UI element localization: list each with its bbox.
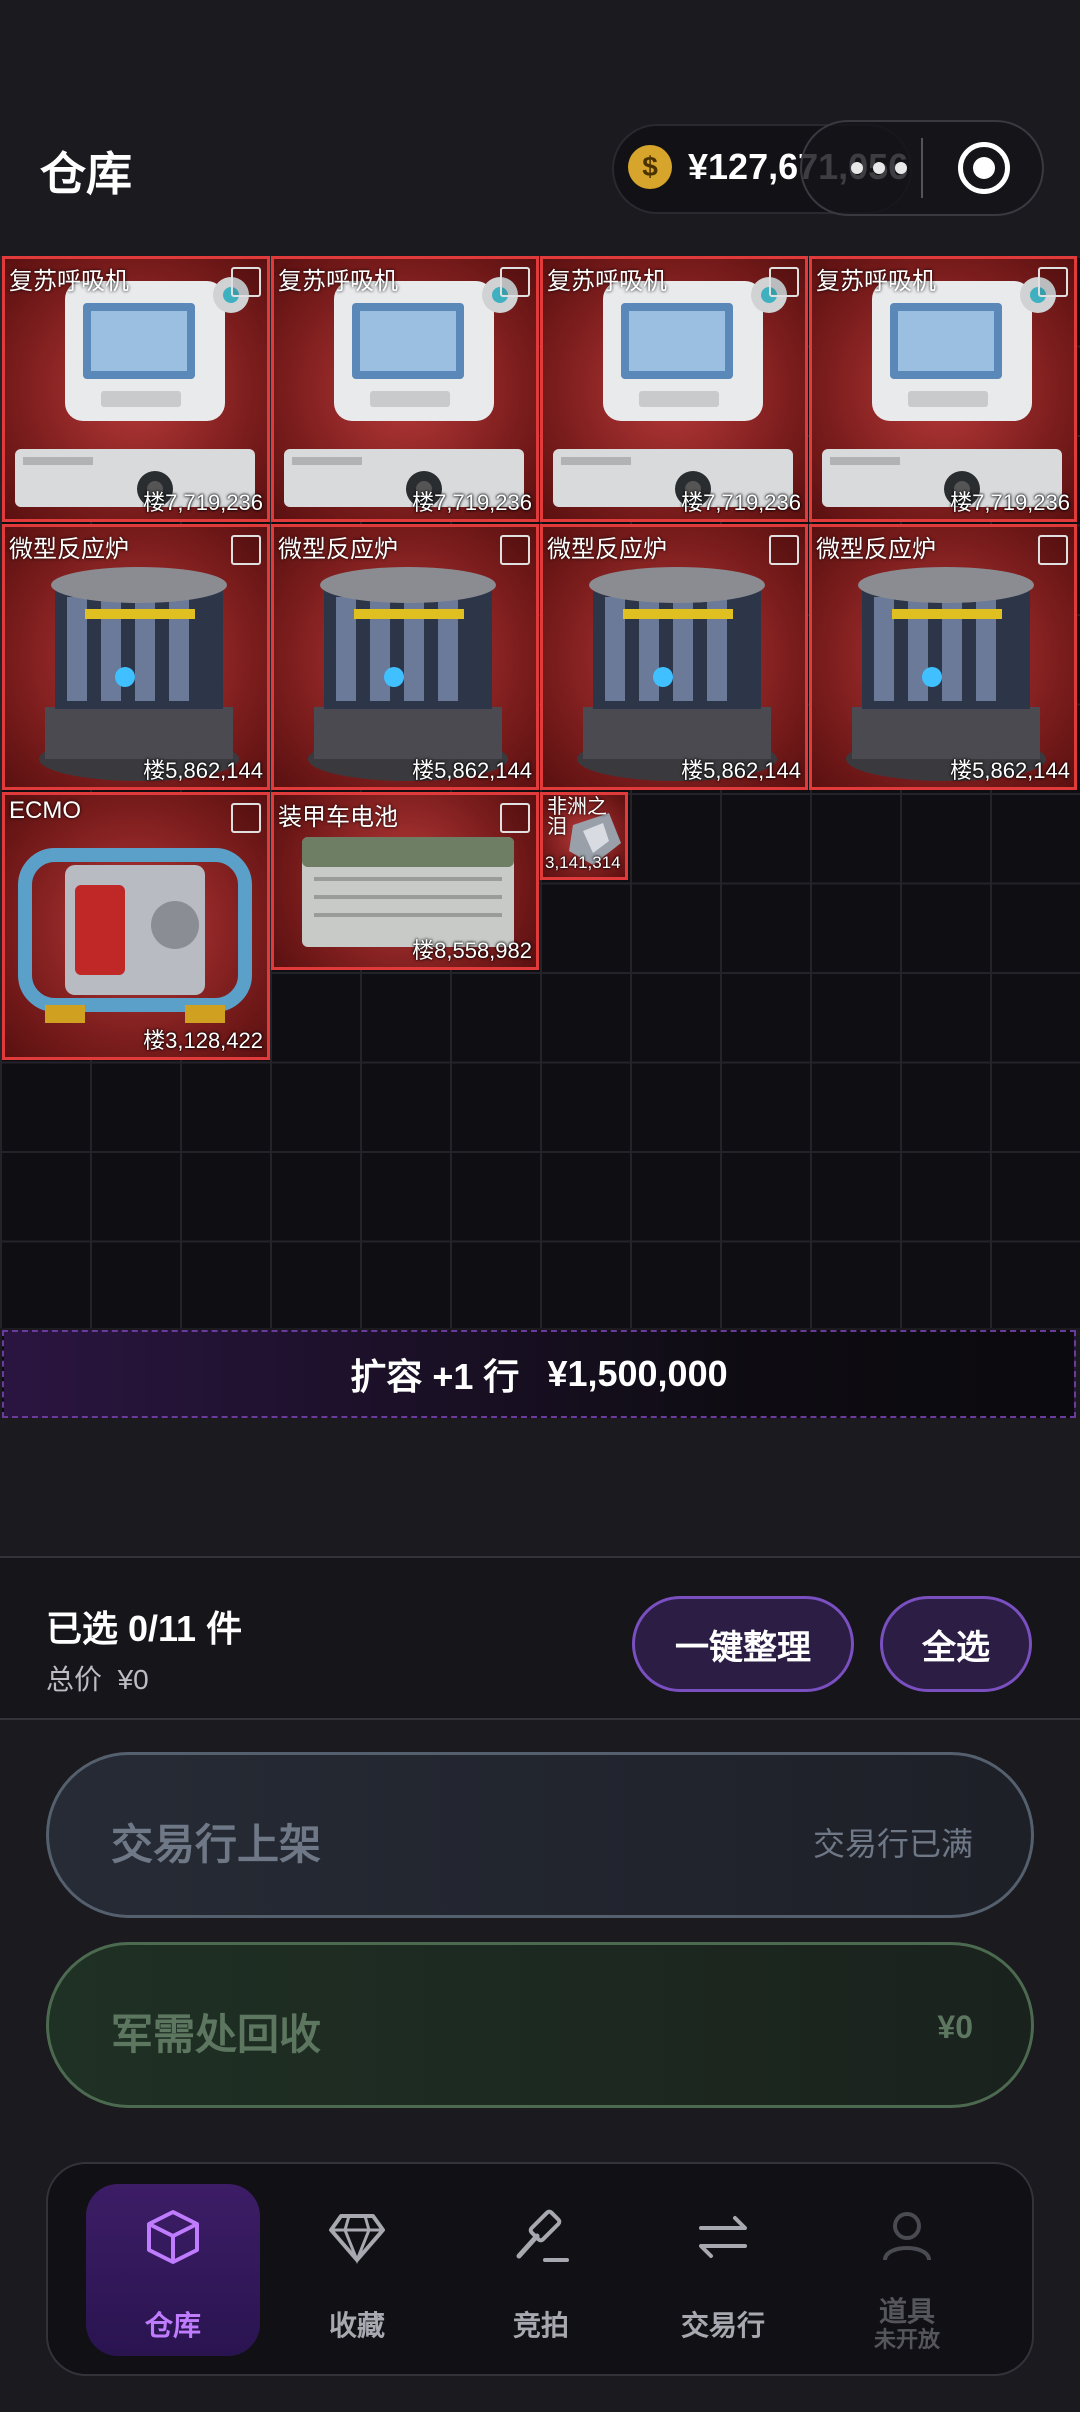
item-name: 微型反应炉 <box>278 536 398 563</box>
ventilator-icon <box>822 277 1062 507</box>
coin-icon: $ <box>628 145 672 189</box>
item-price: 楼5,862,144 <box>681 758 801 783</box>
item-checkbox[interactable] <box>231 267 261 297</box>
item-price: 楼7,719,236 <box>950 490 1070 515</box>
item-checkbox[interactable] <box>231 803 261 833</box>
item-name: 复苏呼吸机 <box>547 268 667 295</box>
item-price: 3,141,314 <box>545 853 621 872</box>
item-checkbox[interactable] <box>500 803 530 833</box>
market-list-button[interactable]: 交易行上架 交易行已满 <box>46 1752 1034 1918</box>
item-name: 复苏呼吸机 <box>816 268 936 295</box>
item-checkbox[interactable] <box>500 535 530 565</box>
swap-icon <box>699 2216 747 2258</box>
ventilator-icon <box>553 277 793 507</box>
item-price: 楼3,128,422 <box>143 1028 263 1053</box>
tab-collection[interactable]: 收藏 <box>270 2184 444 2356</box>
item-card[interactable]: 复苏呼吸机 楼7,719,236 <box>2 256 270 522</box>
item-card[interactable]: 微型反应炉 楼5,862,144 <box>271 524 539 790</box>
item-card[interactable]: ECMO 楼3,128,422 <box>2 792 270 1060</box>
item-checkbox[interactable] <box>231 535 261 565</box>
item-price: 楼5,862,144 <box>143 758 263 783</box>
item-name: 非洲之泪 <box>547 796 607 838</box>
recycle-value: ¥0 <box>937 2009 973 2045</box>
tab-label: 竞拍 <box>512 2310 569 2341</box>
item-card[interactable]: 复苏呼吸机 楼7,719,236 <box>809 256 1077 522</box>
item-card[interactable]: 复苏呼吸机 楼7,719,236 <box>271 256 539 522</box>
recycle-button[interactable]: 军需处回收 ¥0 <box>46 1942 1034 2108</box>
tab-label: 交易行 <box>680 2310 765 2341</box>
item-name: 微型反应炉 <box>9 536 129 563</box>
ecmo-icon <box>18 848 252 1023</box>
expand-price: ¥1,500,000 <box>547 1353 728 1394</box>
item-price: 楼5,862,144 <box>950 758 1070 783</box>
page-title: 仓库 <box>40 148 132 200</box>
recycle-label: 军需处回收 <box>111 2011 322 2058</box>
tab-sublabel: 未开放 <box>873 2327 940 2352</box>
expand-row-button[interactable]: 扩容 +1 行 ¥1,500,000 <box>2 1330 1076 1418</box>
reactor-icon <box>846 567 1046 781</box>
item-card[interactable]: 微型反应炉 楼5,862,144 <box>809 524 1077 790</box>
auto-sort-button[interactable]: 一键整理 <box>632 1596 854 1692</box>
item-checkbox[interactable] <box>769 267 799 297</box>
item-price: 楼5,862,144 <box>412 758 532 783</box>
tab-market[interactable]: 交易行 <box>636 2184 810 2356</box>
app-root: { "header": { "title": "仓库", "balance": … <box>0 0 1080 2412</box>
item-card-small[interactable]: 非洲之泪 3,141,314 <box>540 792 628 880</box>
gavel-icon <box>516 2209 569 2262</box>
reactor-icon <box>39 567 239 781</box>
total-price: 总价 ¥0 <box>46 1664 149 1695</box>
reactor-icon <box>308 567 508 781</box>
item-price: 楼7,719,236 <box>143 490 263 515</box>
diamond-icon <box>329 2214 385 2265</box>
item-card[interactable]: 微型反应炉 楼5,862,144 <box>2 524 270 790</box>
item-price: 楼7,719,236 <box>412 490 532 515</box>
item-card[interactable]: 复苏呼吸机 楼7,719,236 <box>540 256 808 522</box>
user-icon <box>883 2212 931 2261</box>
tab-items[interactable]: 道具 未开放 <box>820 2184 994 2356</box>
more-icon[interactable] <box>845 148 925 188</box>
ventilator-icon <box>15 277 255 507</box>
item-checkbox[interactable] <box>500 267 530 297</box>
item-price: 楼8,558,982 <box>412 938 532 963</box>
item-name: 微型反应炉 <box>547 536 667 563</box>
reactor-icon <box>577 567 777 781</box>
box-icon <box>147 2210 199 2264</box>
item-checkbox[interactable] <box>1038 267 1068 297</box>
close-target-icon[interactable] <box>958 142 1010 194</box>
market-status: 交易行已满 <box>812 1826 973 1862</box>
item-name: 装甲车电池 <box>278 804 398 831</box>
item-card[interactable]: 装甲车电池 楼8,558,982 <box>271 792 539 970</box>
tab-auction[interactable]: 竞拍 <box>454 2184 628 2356</box>
item-checkbox[interactable] <box>769 535 799 565</box>
capsule-divider <box>921 138 923 198</box>
item-name: ECMO <box>9 797 81 824</box>
expand-label: 扩容 +1 行 <box>350 1356 520 1397</box>
item-card[interactable]: 微型反应炉 楼5,862,144 <box>540 524 808 790</box>
item-name: 复苏呼吸机 <box>278 268 398 295</box>
selected-count: 已选 0/11 件 <box>46 1608 243 1649</box>
tab-label: 仓库 <box>144 2310 201 2341</box>
market-list-label: 交易行上架 <box>111 1821 322 1868</box>
tab-warehouse[interactable]: 仓库 <box>86 2184 260 2356</box>
item-name: 微型反应炉 <box>816 536 936 563</box>
ventilator-icon <box>284 277 524 507</box>
item-name: 复苏呼吸机 <box>9 268 129 295</box>
tab-label: 收藏 <box>328 2310 385 2341</box>
item-price: 楼7,719,236 <box>681 490 801 515</box>
item-checkbox[interactable] <box>1038 535 1068 565</box>
select-all-button[interactable]: 全选 <box>880 1596 1032 1692</box>
